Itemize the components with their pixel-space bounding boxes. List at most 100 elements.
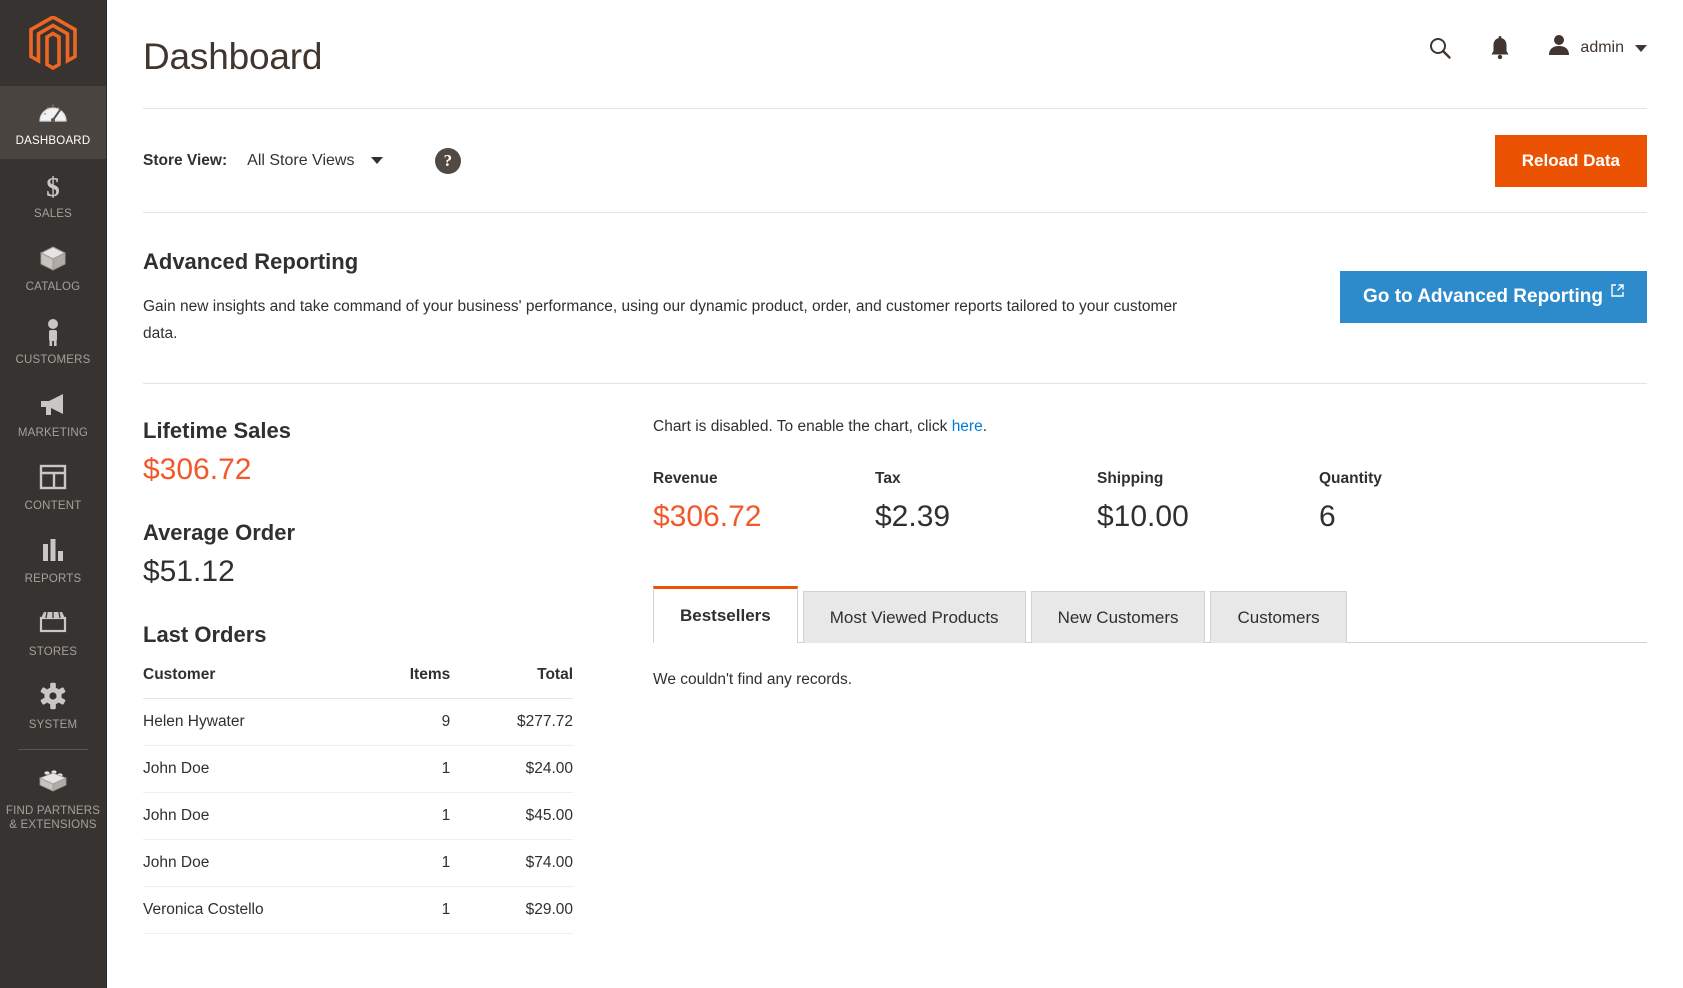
tab-label: Customers	[1237, 607, 1320, 627]
table-row[interactable]: Helen Hywater 9 $277.72	[143, 698, 573, 746]
metric-value: $2.39	[875, 500, 951, 533]
last-orders-table: Customer Items Total Helen Hywater 9 $27…	[143, 660, 573, 934]
tab-bestsellers[interactable]: Bestsellers	[653, 586, 798, 643]
metric-label: Tax	[875, 470, 901, 487]
sidebar-item-label-line2: & EXTENSIONS	[9, 819, 97, 831]
sidebar-divider	[18, 749, 88, 750]
cell-total: $24.00	[472, 745, 573, 793]
advanced-reporting-text: Advanced Reporting Gain new insights and…	[143, 249, 1213, 347]
metric-shipping: Shipping $10.00	[1097, 470, 1319, 536]
search-icon[interactable]	[1427, 35, 1453, 61]
enable-chart-link[interactable]: here	[952, 418, 983, 435]
table-row[interactable]: John Doe 1 $74.00	[143, 839, 573, 887]
person-icon	[2, 317, 104, 349]
sidebar-item-label: SALES	[33, 208, 73, 220]
sidebar-item-find-partners[interactable]: FIND PARTNERS & EXTENSIONS	[0, 756, 106, 843]
last-orders-title: Last Orders	[143, 622, 267, 647]
main-sidebar: DASHBOARD $ SALES CATALOG CUSTOMERS MARK…	[0, 0, 107, 988]
account-menu[interactable]: admin	[1547, 34, 1647, 61]
layout-window-icon	[2, 463, 104, 495]
sidebar-item-label: CONTENT	[24, 500, 82, 512]
tab-list: Bestsellers Most Viewed Products New Cus…	[653, 586, 1647, 643]
megaphone-icon	[2, 390, 104, 422]
cell-items: 1	[359, 839, 473, 887]
store-view-selector-group: Store View: All Store Views ?	[143, 147, 461, 174]
admin-dashboard-page: DASHBOARD $ SALES CATALOG CUSTOMERS MARK…	[0, 0, 1683, 988]
store-view-dropdown[interactable]: All Store Views	[247, 152, 383, 170]
cell-total: $277.72	[472, 698, 573, 746]
dashboard-body: Lifetime Sales $306.72 Average Order $51…	[143, 384, 1647, 934]
cell-total: $45.00	[472, 792, 573, 840]
chart-notice-text: Chart is disabled. To enable the chart, …	[653, 418, 952, 435]
storefront-icon	[2, 609, 104, 641]
sidebar-item-sales[interactable]: $ SALES	[0, 159, 106, 232]
sidebar-item-label: CUSTOMERS	[15, 354, 91, 366]
bell-icon[interactable]	[1487, 35, 1513, 61]
tab-panel-bestsellers: We couldn't find any records.	[653, 643, 1647, 689]
cell-customer: John Doe	[143, 839, 360, 887]
user-avatar-icon	[1547, 34, 1571, 61]
last-orders-head: Customer Items Total	[143, 660, 573, 699]
go-to-advanced-reporting-button[interactable]: Go to Advanced Reporting	[1340, 271, 1647, 323]
advanced-reporting-title: Advanced Reporting	[143, 249, 359, 274]
magento-logo[interactable]	[0, 0, 106, 86]
metric-value: $306.72	[653, 500, 762, 533]
sidebar-item-stores[interactable]: STORES	[0, 597, 106, 670]
magento-logo-icon	[29, 16, 77, 70]
chevron-down-icon	[1635, 45, 1647, 52]
account-name: admin	[1580, 38, 1624, 56]
lifetime-sales-value: $306.72	[143, 453, 252, 486]
lifetime-sales-label: Lifetime Sales	[143, 418, 291, 443]
sidebar-item-content[interactable]: CONTENT	[0, 451, 106, 524]
cell-items: 9	[359, 698, 473, 746]
chevron-down-icon	[370, 156, 383, 164]
metric-value: $10.00	[1097, 500, 1189, 533]
table-header-row: Customer Items Total	[143, 660, 573, 699]
metrics-row: Revenue $306.72 Tax $2.39 Shipping $10.0…	[653, 470, 1647, 536]
lego-brick-icon	[2, 768, 104, 800]
tab-most-viewed-products[interactable]: Most Viewed Products	[802, 591, 1026, 643]
sidebar-item-label: SYSTEM	[28, 719, 78, 731]
column-header-customer: Customer	[143, 660, 360, 699]
dashboard-gauge-icon	[2, 98, 104, 130]
sidebar-item-dashboard[interactable]: DASHBOARD	[0, 86, 106, 159]
tab-customers[interactable]: Customers	[1210, 591, 1347, 643]
table-row[interactable]: Veronica Costello 1 $29.00	[143, 886, 573, 934]
column-header-total: Total	[472, 660, 573, 699]
average-order-value: $51.12	[143, 555, 235, 588]
question-mark-icon[interactable]: ?	[434, 147, 461, 174]
go-to-advanced-reporting-label: Go to Advanced Reporting	[1363, 286, 1603, 307]
tab-label: New Customers	[1057, 607, 1179, 627]
cell-customer: John Doe	[143, 792, 360, 840]
store-view-row: Store View: All Store Views ? Reload Dat…	[143, 109, 1647, 212]
cell-customer: Veronica Costello	[143, 886, 360, 934]
svg-text:$: $	[46, 172, 60, 201]
metric-label: Quantity	[1319, 470, 1382, 487]
bar-chart-icon	[2, 536, 104, 568]
empty-records-message: We couldn't find any records.	[653, 671, 853, 688]
tab-new-customers[interactable]: New Customers	[1030, 591, 1206, 643]
sidebar-item-catalog[interactable]: CATALOG	[0, 232, 106, 305]
sidebar-item-marketing[interactable]: MARKETING	[0, 378, 106, 451]
advanced-reporting-description: Gain new insights and take command of yo…	[143, 298, 1178, 342]
cell-total: $29.00	[472, 886, 573, 934]
sidebar-item-reports[interactable]: REPORTS	[0, 524, 106, 597]
store-view-value: All Store Views	[247, 151, 355, 169]
external-link-icon	[1611, 284, 1624, 300]
table-row[interactable]: John Doe 1 $24.00	[143, 745, 573, 793]
dashboard-tabs: Bestsellers Most Viewed Products New Cus…	[653, 586, 1647, 689]
cell-customer: John Doe	[143, 745, 360, 793]
sidebar-item-customers[interactable]: CUSTOMERS	[0, 305, 106, 378]
cell-items: 1	[359, 745, 473, 793]
tab-label: Most Viewed Products	[829, 607, 999, 627]
chart-notice-period: .	[982, 418, 988, 435]
metric-label: Revenue	[653, 470, 718, 487]
metric-revenue: Revenue $306.72	[653, 470, 875, 536]
metric-value: 6	[1319, 500, 1336, 533]
cell-items: 1	[359, 886, 473, 934]
table-row[interactable]: John Doe 1 $45.00	[143, 792, 573, 840]
sidebar-item-label: DASHBOARD	[15, 135, 91, 147]
reload-data-button[interactable]: Reload Data	[1494, 134, 1647, 187]
sidebar-item-system[interactable]: SYSTEM	[0, 670, 106, 743]
